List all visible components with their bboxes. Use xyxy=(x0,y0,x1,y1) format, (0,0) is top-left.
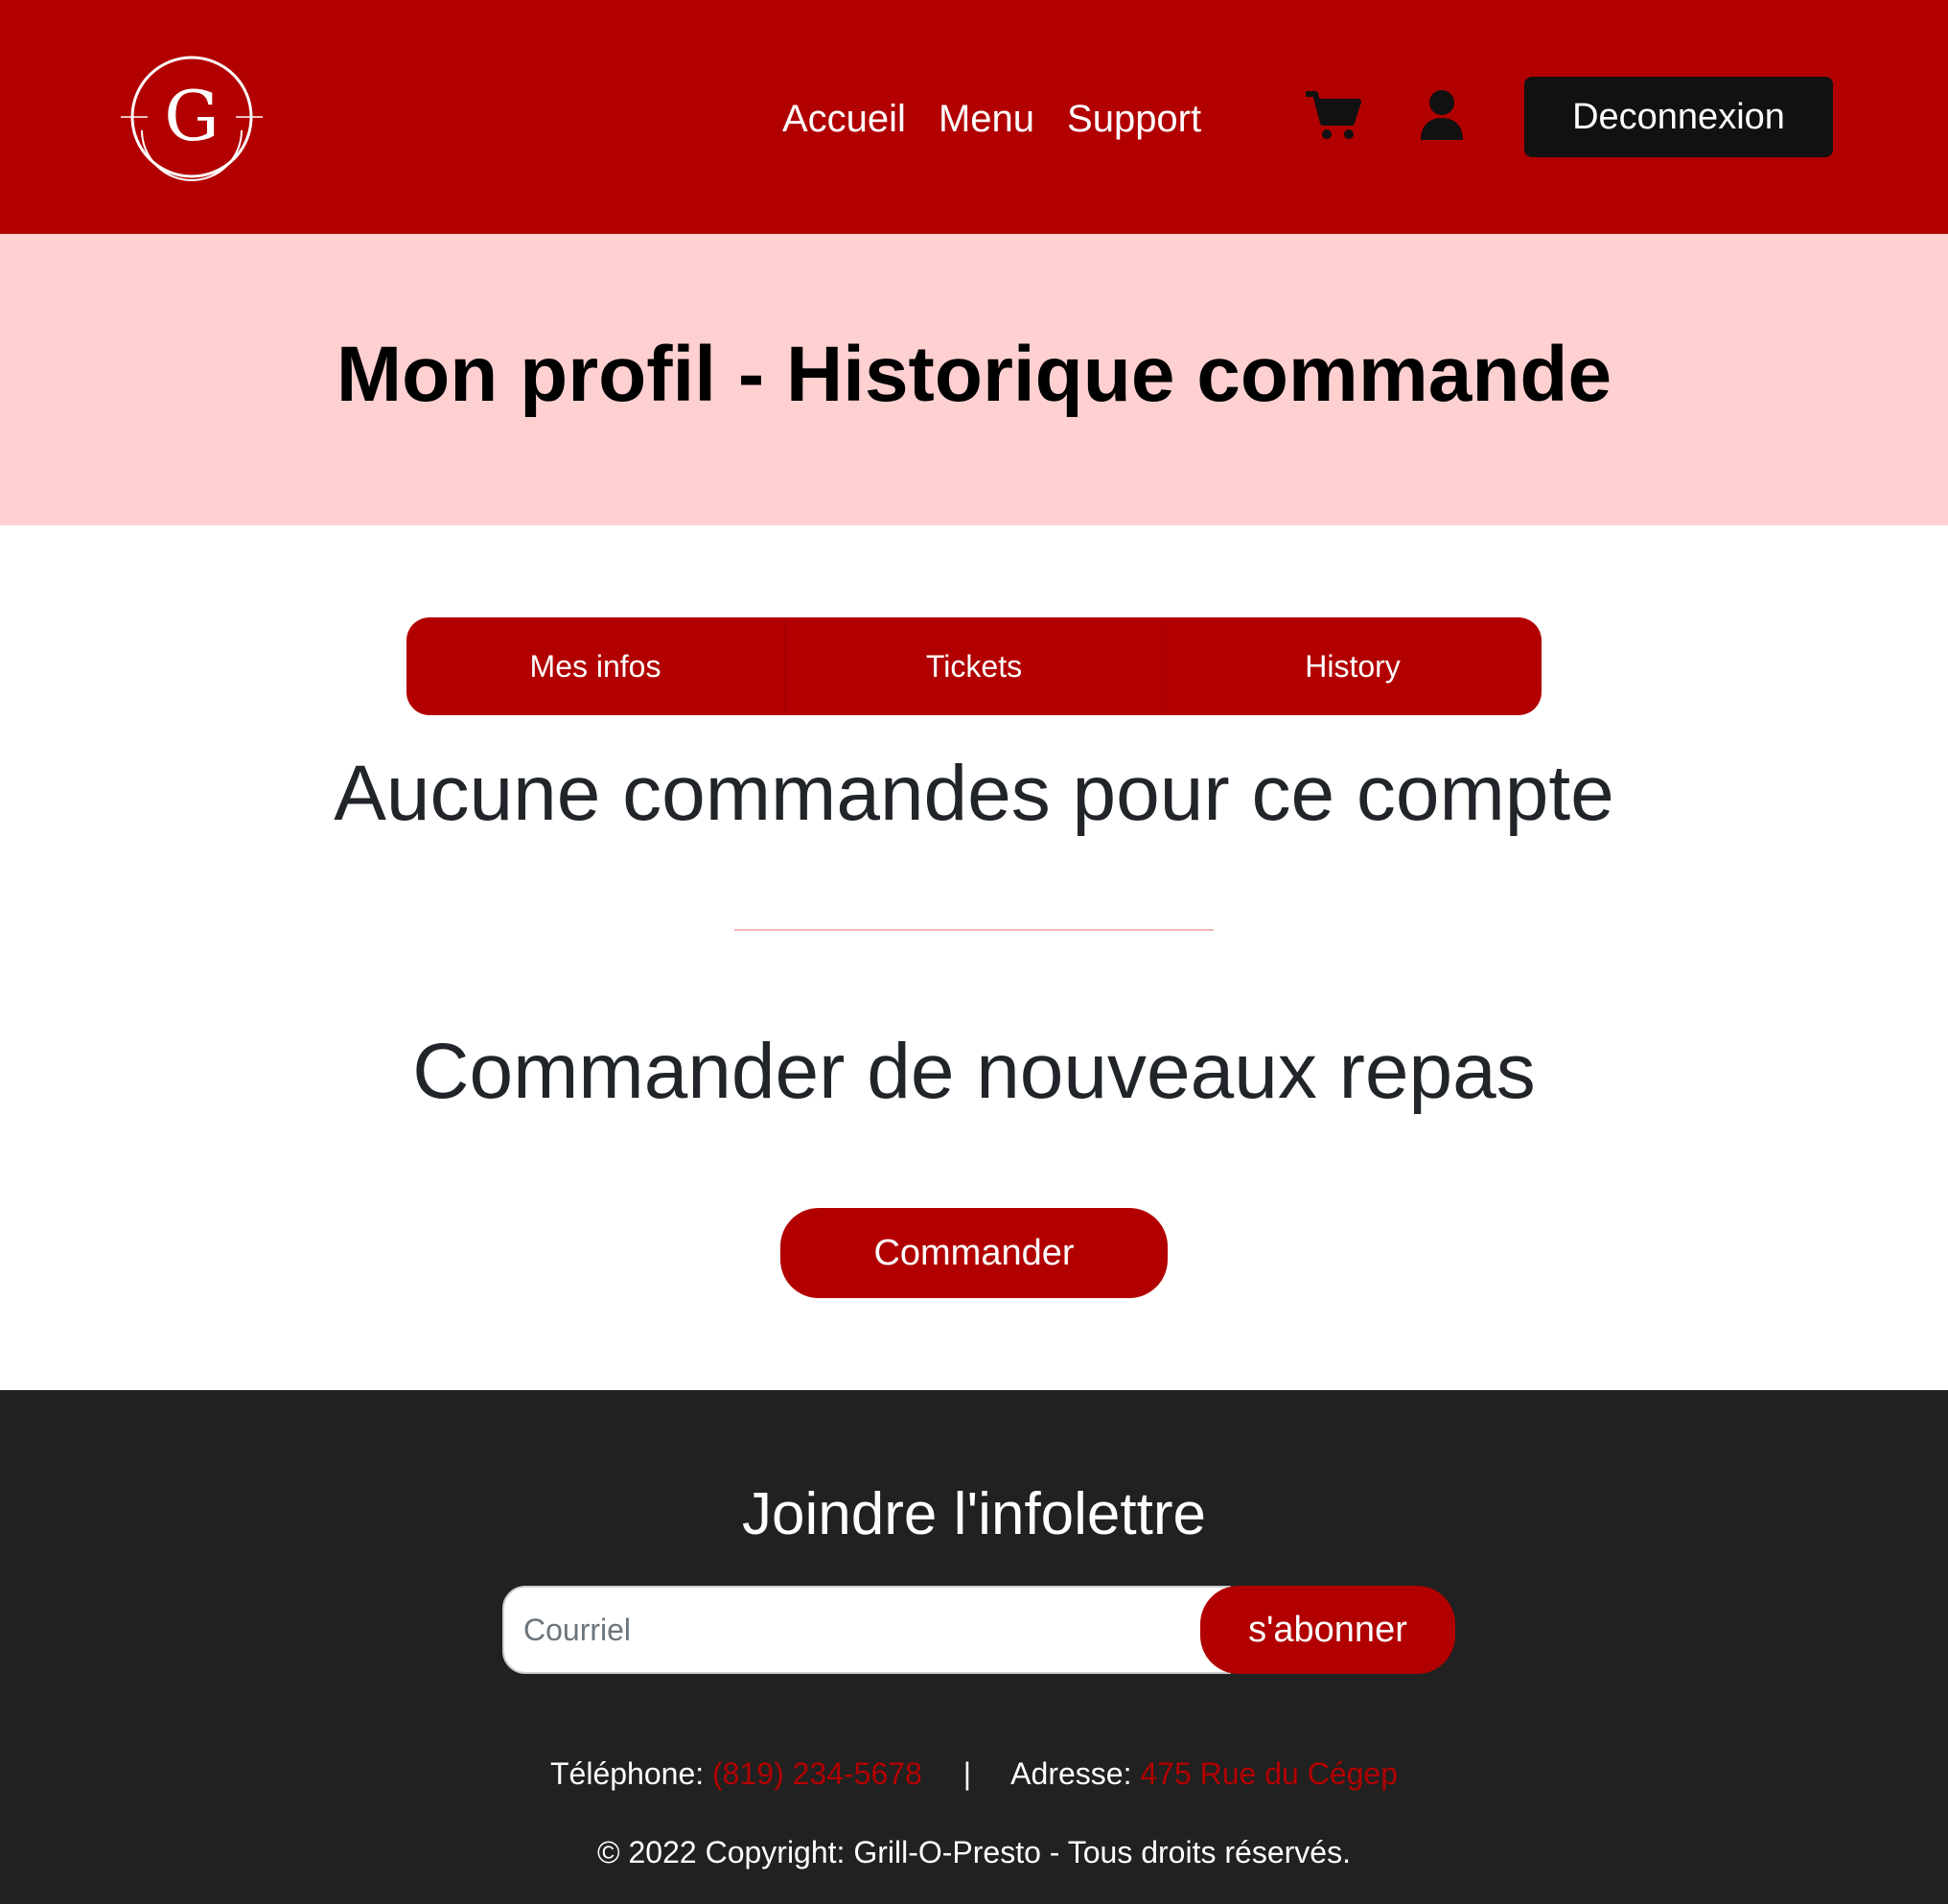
tab-mes-infos[interactable]: Mes infos xyxy=(406,617,785,715)
copyright: © 2022 Copyright: Grill-O-Presto - Tous … xyxy=(597,1835,1351,1869)
page-title: Mon profil - Historique commande xyxy=(336,331,1612,418)
hero-banner: Mon profil - Historique commande xyxy=(0,234,1948,525)
contact-info: Téléphone: (819) 234-5678 | Adresse: 475… xyxy=(0,1753,1948,1795)
address-link[interactable]: 475 Rue du Cégep xyxy=(1140,1756,1398,1791)
order-button[interactable]: Commander xyxy=(780,1208,1168,1298)
order-heading: Commander de nouveaux repas xyxy=(412,1028,1536,1115)
nav-menu[interactable]: Menu xyxy=(939,94,1034,144)
profile-tabs: Mes infos Tickets History xyxy=(406,617,1542,715)
newsletter-title: Joindre l'infolettre xyxy=(742,1481,1206,1547)
email-input[interactable] xyxy=(502,1586,1231,1674)
logo[interactable]: G xyxy=(121,52,263,182)
logo-letter: G xyxy=(164,76,220,156)
divider xyxy=(734,929,1214,931)
subscribe-button[interactable]: s'abonner xyxy=(1200,1586,1455,1674)
phone-link[interactable]: (819) 234-5678 xyxy=(712,1756,922,1791)
tab-tickets[interactable]: Tickets xyxy=(785,617,1164,715)
nav-accueil[interactable]: Accueil xyxy=(782,94,906,144)
address-label: Adresse: xyxy=(1010,1756,1132,1791)
nav-support[interactable]: Support xyxy=(1067,94,1201,144)
user-icon[interactable] xyxy=(1419,88,1465,142)
phone-label: Téléphone: xyxy=(550,1756,705,1791)
cart-icon[interactable] xyxy=(1304,88,1361,142)
empty-orders-message: Aucune commandes pour ce compte xyxy=(334,750,1614,837)
footer: Joindre l'infolettre s'abonner Téléphone… xyxy=(0,1390,1948,1904)
tab-history[interactable]: History xyxy=(1164,617,1542,715)
logout-button[interactable]: Deconnexion xyxy=(1524,77,1833,157)
navbar: G Accueil Menu Support Deconnexion xyxy=(0,0,1948,234)
main-nav: Accueil Menu Support xyxy=(782,94,1201,144)
contact-separator: | xyxy=(962,1756,972,1791)
